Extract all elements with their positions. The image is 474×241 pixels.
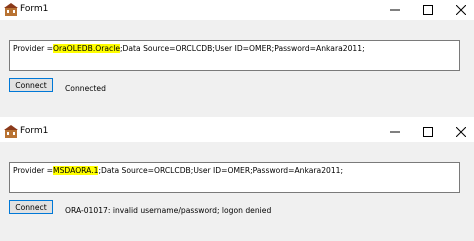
- connection-string-textbox[interactable]: Provider =MSDAORA.1;Data Source=ORCLCDB;…: [9, 162, 460, 193]
- provider-prefix: Provider =: [13, 166, 54, 175]
- window-title: Form1: [20, 126, 49, 136]
- app-icon: [4, 125, 18, 138]
- connect-button[interactable]: Connect: [9, 200, 53, 214]
- connection-string-text: Provider =OraOLEDB.Oracle;Data Source=OR…: [13, 44, 365, 53]
- minimize-icon: [390, 9, 400, 11]
- provider-highlight: OraOLEDB.Oracle: [53, 44, 120, 53]
- maximize-icon: [423, 127, 433, 137]
- window-title: Form1: [20, 4, 49, 14]
- close-button[interactable]: [446, 0, 474, 20]
- provider-highlight: MSDAORA.1: [53, 166, 99, 175]
- status-label: Connected: [65, 84, 106, 93]
- connection-rest: ;Data Source=ORCLCDB;User ID=OMER;Passwo…: [98, 166, 344, 175]
- minimize-button[interactable]: [380, 0, 410, 20]
- connection-string-textbox[interactable]: Provider =OraOLEDB.Oracle;Data Source=OR…: [9, 40, 460, 71]
- connect-button[interactable]: Connect: [9, 78, 53, 92]
- title-bar[interactable]: Form1: [0, 0, 474, 20]
- minimize-icon: [390, 131, 400, 133]
- maximize-button[interactable]: [413, 122, 443, 142]
- connection-string-text: Provider =MSDAORA.1;Data Source=ORCLCDB;…: [13, 166, 343, 175]
- close-icon: [456, 127, 466, 137]
- close-icon: [456, 5, 466, 15]
- maximize-button[interactable]: [413, 0, 443, 20]
- connection-rest: ;Data Source=ORCLCDB;User ID=OMER;Passwo…: [120, 44, 365, 53]
- app-icon: [4, 3, 18, 16]
- minimize-button[interactable]: [380, 122, 410, 142]
- form1-window-error: Form1 Provider =MSDAORA.1;Data Source=OR…: [0, 122, 474, 241]
- maximize-icon: [423, 5, 433, 15]
- close-button[interactable]: [446, 122, 474, 142]
- form1-window-connected: Form1 Provider =OraOLEDB.Oracle;Data Sou…: [0, 0, 474, 117]
- provider-prefix: Provider =: [13, 44, 54, 53]
- title-bar[interactable]: Form1: [0, 122, 474, 142]
- status-label: ORA-01017: invalid username/password; lo…: [65, 206, 272, 215]
